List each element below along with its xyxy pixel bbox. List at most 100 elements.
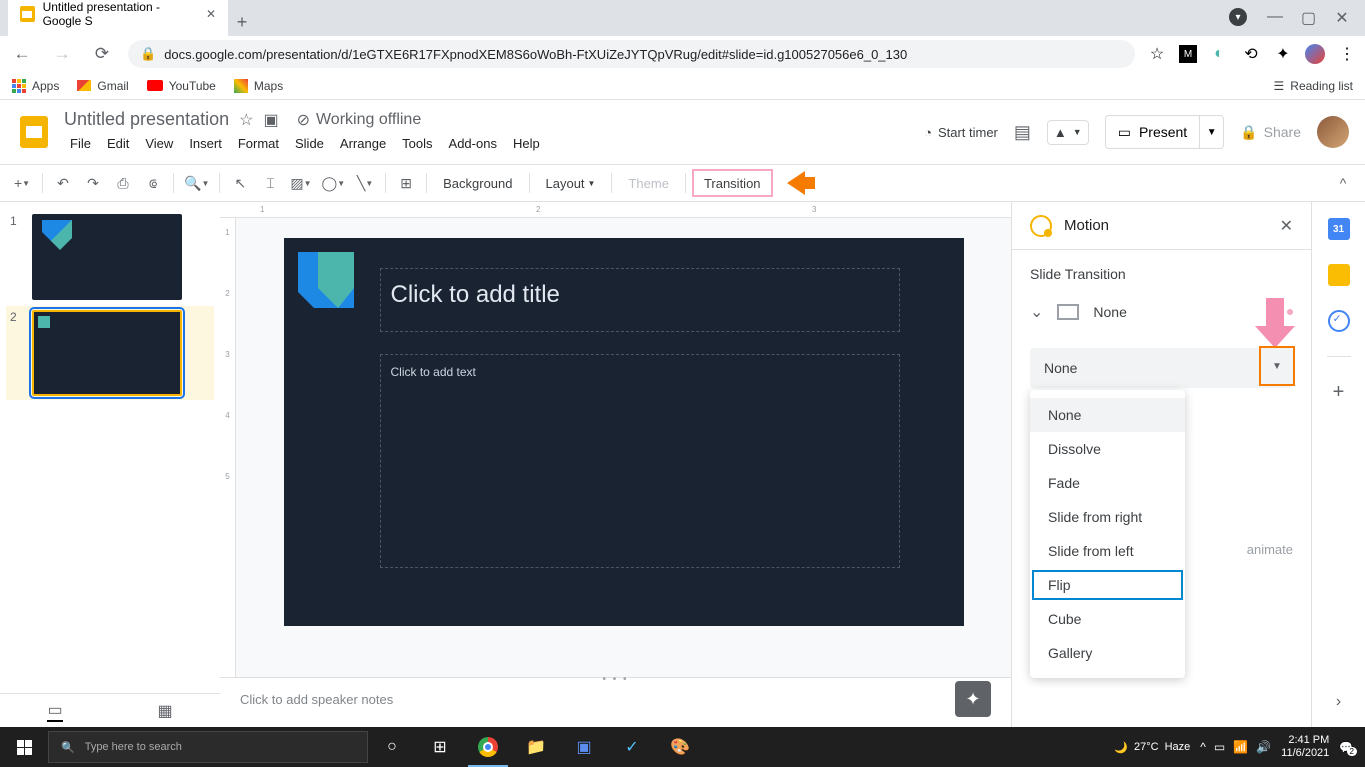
- undo-button[interactable]: ↶: [49, 169, 77, 197]
- gmail-bookmark[interactable]: Gmail: [77, 79, 128, 93]
- option-flip[interactable]: Flip: [1030, 568, 1185, 602]
- transition-button[interactable]: Transition: [692, 169, 773, 197]
- present-dropdown-icon[interactable]: ▼: [1199, 116, 1223, 148]
- print-button[interactable]: ⎙: [109, 169, 137, 197]
- redo-button[interactable]: ↷: [79, 169, 107, 197]
- theme-button[interactable]: Theme: [618, 169, 678, 197]
- speaker-notes[interactable]: • • • Click to add speaker notes ✦: [220, 677, 1011, 727]
- ext-2-icon[interactable]: ◐: [1209, 44, 1229, 64]
- menu-arrange[interactable]: Arrange: [334, 132, 392, 155]
- slideshow-dropdown[interactable]: ▲ ▼: [1047, 120, 1089, 145]
- new-tab-button[interactable]: +: [228, 8, 256, 36]
- chrome-task-icon[interactable]: [464, 727, 512, 767]
- youtube-bookmark[interactable]: YouTube: [147, 79, 216, 93]
- slide-canvas[interactable]: Click to add title Click to add text: [284, 238, 964, 626]
- ext-3-icon[interactable]: ⟲: [1241, 44, 1261, 64]
- user-avatar[interactable]: [1317, 116, 1349, 148]
- collapse-toolbar-icon[interactable]: ^: [1329, 169, 1357, 197]
- cortana-icon[interactable]: ○: [368, 727, 416, 767]
- new-slide-button[interactable]: +▼: [8, 169, 36, 197]
- hide-sidepanel-icon[interactable]: ›: [1336, 693, 1341, 711]
- tasks-icon[interactable]: [1328, 310, 1350, 332]
- ext-1-icon[interactable]: M: [1179, 45, 1197, 63]
- back-button[interactable]: ←: [8, 40, 36, 68]
- close-window-icon[interactable]: ✕: [1335, 8, 1349, 28]
- option-fade[interactable]: Fade: [1030, 466, 1185, 500]
- select-box[interactable]: None: [1030, 348, 1293, 388]
- move-doc-icon[interactable]: ▣: [263, 110, 278, 130]
- textbox-tool[interactable]: ⌶: [256, 169, 284, 197]
- tab-close-icon[interactable]: ✕: [206, 7, 216, 21]
- menu-view[interactable]: View: [139, 132, 179, 155]
- add-addon-icon[interactable]: +: [1328, 381, 1350, 403]
- shape-tool[interactable]: ◯▼: [318, 169, 350, 197]
- background-button[interactable]: Background: [433, 169, 522, 197]
- select-tool[interactable]: ↖: [226, 169, 254, 197]
- reload-button[interactable]: ⟳: [88, 40, 116, 68]
- forward-button[interactable]: →: [48, 40, 76, 68]
- minimize-icon[interactable]: —: [1267, 8, 1281, 28]
- profile-avatar[interactable]: [1305, 44, 1325, 64]
- option-slide-left[interactable]: Slide from left: [1030, 534, 1185, 568]
- maximize-icon[interactable]: ▢: [1301, 8, 1315, 28]
- account-icon[interactable]: ▾: [1229, 8, 1247, 26]
- close-panel-icon[interactable]: ✕: [1280, 216, 1293, 236]
- body-placeholder[interactable]: Click to add text: [380, 354, 900, 568]
- battery-icon[interactable]: ▭: [1214, 740, 1225, 754]
- task-view-icon[interactable]: ⊞: [416, 727, 464, 767]
- slide-stage[interactable]: Click to add title Click to add text: [236, 218, 1011, 677]
- apps-shortcut[interactable]: Apps: [12, 79, 59, 93]
- menu-insert[interactable]: Insert: [183, 132, 228, 155]
- weather-widget[interactable]: 🌙 27°C Haze: [1114, 741, 1190, 754]
- menu-slide[interactable]: Slide: [289, 132, 330, 155]
- star-doc-icon[interactable]: ☆: [239, 110, 253, 130]
- document-title[interactable]: Untitled presentation: [64, 109, 229, 130]
- menu-format[interactable]: Format: [232, 132, 285, 155]
- wifi-icon[interactable]: 📶: [1233, 740, 1248, 754]
- image-tool[interactable]: ▨▼: [286, 169, 315, 197]
- transition-select[interactable]: None ▼ None Dissolve Fade Slide from rig…: [1030, 348, 1293, 388]
- star-icon[interactable]: ☆: [1147, 44, 1167, 64]
- start-button[interactable]: [0, 727, 48, 767]
- menu-file[interactable]: File: [64, 132, 97, 155]
- chrome-menu-icon[interactable]: ⋮: [1337, 44, 1357, 64]
- paint-format-button[interactable]: ⟃: [139, 169, 167, 197]
- start-timer-button[interactable]: ◔ Start timer: [924, 125, 998, 140]
- resize-handle-icon[interactable]: • • •: [602, 674, 628, 685]
- share-button[interactable]: 🔒 Share: [1240, 124, 1301, 141]
- maps-bookmark[interactable]: Maps: [234, 79, 283, 93]
- option-none[interactable]: None: [1030, 398, 1185, 432]
- grid-view-icon[interactable]: ▦: [157, 701, 172, 721]
- select-dropdown-trigger[interactable]: ▼: [1259, 346, 1295, 386]
- explore-button[interactable]: ✦: [955, 681, 991, 717]
- slides-logo[interactable]: [16, 114, 52, 150]
- line-tool[interactable]: ╲▼: [351, 169, 379, 197]
- volume-icon[interactable]: 🔊: [1256, 740, 1271, 754]
- option-slide-right[interactable]: Slide from right: [1030, 500, 1185, 534]
- app-task-icon-2[interactable]: ✓: [608, 727, 656, 767]
- tray-chevron-icon[interactable]: ^: [1200, 740, 1206, 754]
- notifications-icon[interactable]: 💬2: [1339, 741, 1353, 754]
- menu-addons[interactable]: Add-ons: [443, 132, 503, 155]
- slide-thumb-1[interactable]: 1: [10, 214, 210, 300]
- filmstrip-view-icon[interactable]: ▭: [47, 700, 62, 722]
- calendar-icon[interactable]: 31: [1328, 218, 1350, 240]
- menu-help[interactable]: Help: [507, 132, 546, 155]
- comment-tool[interactable]: ⊞: [392, 169, 420, 197]
- explorer-task-icon[interactable]: 📁: [512, 727, 560, 767]
- slide-navigator[interactable]: 1 2 ▭ ▦: [0, 202, 220, 727]
- layout-button[interactable]: Layout▼: [536, 169, 606, 197]
- comments-icon[interactable]: ▤: [1014, 122, 1031, 143]
- browser-tab[interactable]: Untitled presentation - Google S ✕: [8, 0, 228, 36]
- slide-thumb-2[interactable]: 2: [6, 306, 214, 400]
- app-task-icon-1[interactable]: ▣: [560, 727, 608, 767]
- keep-icon[interactable]: [1328, 264, 1350, 286]
- option-gallery[interactable]: Gallery: [1030, 636, 1185, 670]
- title-placeholder[interactable]: Click to add title: [380, 268, 900, 332]
- present-button[interactable]: ▭ Present ▼: [1105, 115, 1224, 149]
- extensions-icon[interactable]: ✦: [1273, 44, 1293, 64]
- paint-task-icon[interactable]: 🎨: [656, 727, 704, 767]
- url-input[interactable]: 🔒 docs.google.com/presentation/d/1eGTXE6…: [128, 40, 1135, 68]
- menu-tools[interactable]: Tools: [396, 132, 438, 155]
- option-dissolve[interactable]: Dissolve: [1030, 432, 1185, 466]
